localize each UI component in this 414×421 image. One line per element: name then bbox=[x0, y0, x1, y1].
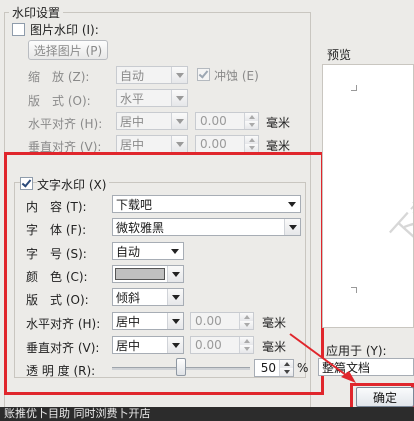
text-v-unit: 毫米 bbox=[262, 340, 287, 354]
spin-up-icon[interactable] bbox=[245, 136, 258, 144]
picture-h-unit: 毫米 bbox=[266, 116, 291, 130]
text-v-align-label: 垂直对齐 (V): bbox=[26, 341, 100, 355]
picture-v-align-combo[interactable]: 居中 bbox=[116, 135, 188, 153]
text-h-align-label: 水平对齐 (H): bbox=[26, 317, 101, 331]
preview-watermark-text: 下载 bbox=[384, 185, 414, 254]
font-combo[interactable]: 微软雅黑 bbox=[112, 218, 301, 236]
chevron-down-icon bbox=[284, 196, 300, 212]
status-bar: 账推优卜目助 同时浏费卜开店 bbox=[0, 407, 414, 421]
washout-label: 冲蚀 (E) bbox=[214, 69, 259, 83]
picture-h-offset-value: 0.00 bbox=[200, 114, 227, 128]
text-watermark-label: 文字水印 (X) bbox=[37, 176, 110, 193]
chevron-down-icon bbox=[171, 67, 187, 83]
page-corner-mark bbox=[351, 85, 357, 91]
text-v-offset-value: 0.00 bbox=[195, 338, 222, 352]
scale-label: 缩 放 (Z): bbox=[28, 70, 90, 84]
content-value: 下载吧 bbox=[116, 197, 153, 212]
transparency-value: 50 bbox=[260, 361, 276, 375]
picture-h-align-value: 居中 bbox=[120, 114, 145, 129]
spin-down-icon[interactable] bbox=[245, 121, 258, 129]
chevron-down-icon bbox=[167, 337, 183, 353]
picture-layout-combo[interactable]: 水平 bbox=[116, 89, 188, 107]
color-combo[interactable] bbox=[112, 265, 184, 283]
washout-checkbox[interactable] bbox=[197, 68, 210, 81]
spin-up-icon[interactable] bbox=[240, 313, 253, 321]
text-layout-value: 倾斜 bbox=[116, 290, 141, 305]
picture-watermark-checkbox[interactable] bbox=[12, 23, 25, 36]
spin-down-icon[interactable] bbox=[240, 321, 253, 329]
preview-pane: 下载 bbox=[322, 64, 414, 328]
preview-label: 预览 bbox=[327, 48, 352, 62]
select-picture-button[interactable]: 选择图片 (P) bbox=[28, 40, 108, 60]
size-combo[interactable]: 自动 bbox=[112, 242, 184, 260]
text-layout-combo[interactable]: 倾斜 bbox=[112, 288, 184, 306]
scale-value: 自动 bbox=[120, 68, 145, 83]
size-value: 自动 bbox=[116, 244, 141, 259]
font-label: 字 体 (F): bbox=[26, 223, 87, 237]
ok-button[interactable]: 确定 bbox=[356, 387, 414, 407]
chevron-down-icon bbox=[171, 136, 187, 152]
color-swatch bbox=[115, 268, 165, 280]
chevron-down-icon bbox=[167, 313, 183, 329]
text-v-offset-spinner[interactable]: 0.00 bbox=[190, 336, 254, 354]
text-h-offset-value: 0.00 bbox=[195, 314, 222, 328]
picture-h-align-label: 水平对齐 (H): bbox=[28, 117, 103, 131]
text-h-unit: 毫米 bbox=[262, 316, 287, 330]
picture-v-offset-spinner[interactable]: 0.00 bbox=[195, 135, 259, 153]
chevron-down-icon bbox=[167, 289, 183, 305]
watermark-settings-title: 水印设置 bbox=[9, 4, 64, 21]
text-v-align-value: 居中 bbox=[116, 338, 141, 353]
content-combo[interactable]: 下载吧 bbox=[112, 195, 301, 213]
size-label: 字 号 (S): bbox=[26, 247, 87, 261]
picture-layout-label: 版 式 (O): bbox=[28, 94, 91, 108]
transparency-label: 透 明 度 (R): bbox=[26, 364, 96, 378]
content-label: 内 容 (T): bbox=[26, 200, 87, 214]
font-value: 微软雅黑 bbox=[116, 220, 165, 235]
transparency-slider-thumb[interactable] bbox=[176, 358, 186, 376]
spin-down-icon[interactable] bbox=[240, 345, 253, 353]
text-h-align-combo[interactable]: 居中 bbox=[112, 312, 184, 330]
scale-combo[interactable]: 自动 bbox=[116, 66, 188, 84]
red-arrow-icon bbox=[289, 333, 356, 383]
chevron-down-icon bbox=[171, 113, 187, 129]
chevron-down-icon bbox=[171, 90, 187, 106]
text-layout-label: 版 式 (O): bbox=[26, 293, 89, 307]
text-v-align-combo[interactable]: 居中 bbox=[112, 336, 184, 354]
page-corner-mark bbox=[351, 287, 357, 293]
chevron-down-icon bbox=[167, 243, 183, 259]
spin-up-icon[interactable] bbox=[245, 113, 258, 121]
picture-h-align-combo[interactable]: 居中 bbox=[116, 112, 188, 130]
text-watermark-checkbox[interactable] bbox=[20, 177, 33, 190]
text-h-align-value: 居中 bbox=[116, 314, 141, 329]
spin-down-icon[interactable] bbox=[245, 144, 258, 152]
picture-h-offset-spinner[interactable]: 0.00 bbox=[195, 112, 259, 130]
text-h-offset-spinner[interactable]: 0.00 bbox=[190, 312, 254, 330]
picture-v-align-value: 居中 bbox=[120, 137, 145, 152]
spin-up-icon[interactable] bbox=[240, 337, 253, 345]
picture-layout-value: 水平 bbox=[120, 91, 145, 106]
picture-v-offset-value: 0.00 bbox=[200, 137, 227, 151]
chevron-down-icon bbox=[284, 219, 300, 235]
picture-watermark-label: 图片水印 (I): bbox=[30, 23, 99, 37]
chevron-down-icon bbox=[167, 266, 183, 282]
color-label: 颜 色 (C): bbox=[26, 270, 88, 284]
